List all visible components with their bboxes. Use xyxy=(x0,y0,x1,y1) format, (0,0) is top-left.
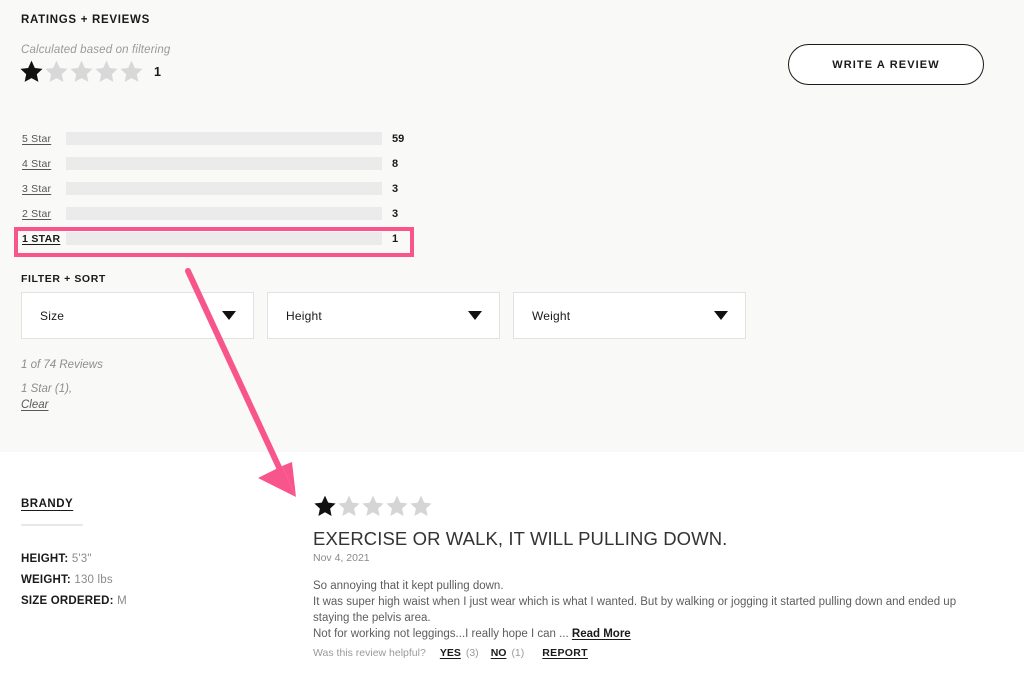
chevron-down-icon xyxy=(468,311,482,320)
page-title: RATINGS + REVIEWS xyxy=(21,14,150,26)
histogram-row-3-star[interactable]: 3 Star 3 xyxy=(0,176,430,201)
review-meta-size-value: M xyxy=(117,595,127,607)
size-dropdown[interactable]: Size xyxy=(21,292,254,339)
review-meta-weight-value: 130 lbs xyxy=(74,574,113,586)
report-review-link[interactable]: REPORT xyxy=(542,647,588,659)
star-icon-empty-5 xyxy=(409,494,433,518)
helpful-yes-count: (3) xyxy=(465,647,479,659)
chevron-down-icon xyxy=(714,311,728,320)
size-dropdown-label: Size xyxy=(40,308,65,323)
review-date: Nov 4, 2021 xyxy=(313,552,370,564)
histogram-track-3-star xyxy=(66,182,382,195)
helpful-prompt: Was this review helpful? xyxy=(313,647,426,659)
filter-sort-title: FILTER + SORT xyxy=(21,273,106,285)
histogram-label-2-star[interactable]: 2 Star xyxy=(22,208,64,220)
star-icon-empty-4 xyxy=(385,494,409,518)
helpful-no-button[interactable]: NO xyxy=(491,647,507,659)
histogram-track-5-star xyxy=(66,132,382,145)
overall-rating-count: 1 xyxy=(154,64,161,79)
star-icon-empty-2 xyxy=(44,59,69,84)
histogram-row-1-star[interactable]: 1 STAR 1 xyxy=(0,226,430,251)
histogram-row-2-star[interactable]: 2 Star 3 xyxy=(0,201,430,226)
review-meta-weight: WEIGHT: 130 lbs xyxy=(21,574,113,586)
review-star-rating xyxy=(313,494,433,518)
active-filter-list: 1 Star (1), xyxy=(21,383,73,395)
histogram-track-1-star xyxy=(66,232,382,245)
result-count: 1 of 74 Reviews xyxy=(21,359,103,371)
star-icon-filled-1 xyxy=(313,494,337,518)
ratings-summary-panel: RATINGS + REVIEWS Calculated based on fi… xyxy=(0,0,1024,452)
star-icon-empty-3 xyxy=(361,494,385,518)
clear-filters-link[interactable]: Clear xyxy=(21,399,48,411)
histogram-count-1-star: 1 xyxy=(392,232,399,245)
star-icon-empty-3 xyxy=(69,59,94,84)
histogram-row-5-star[interactable]: 5 Star 59 xyxy=(0,126,430,151)
review-author-name[interactable]: BRANDY xyxy=(21,498,73,510)
histogram-row-4-star[interactable]: 4 Star 8 xyxy=(0,151,430,176)
histogram-track-4-star xyxy=(66,157,382,170)
histogram-count-3-star: 3 xyxy=(392,182,399,195)
chevron-down-icon xyxy=(222,311,236,320)
histogram-label-1-star[interactable]: 1 STAR xyxy=(22,233,64,245)
histogram-label-5-star[interactable]: 5 Star xyxy=(22,133,64,145)
calculated-note: Calculated based on filtering xyxy=(21,44,171,56)
review-body-line-3-text: Not for working not leggings...I really … xyxy=(313,628,569,640)
star-icon-filled-1 xyxy=(19,59,44,84)
weight-dropdown-label: Weight xyxy=(532,308,571,323)
review-meta-height-value: 5'3" xyxy=(71,553,92,565)
histogram-count-4-star: 8 xyxy=(392,157,399,170)
review-body-line-3: Not for working not leggings...I really … xyxy=(313,626,985,642)
height-dropdown-label: Height xyxy=(286,308,322,323)
read-more-link[interactable]: Read More xyxy=(572,628,631,640)
star-icon-empty-4 xyxy=(94,59,119,84)
review-meta-size: SIZE ORDERED: M xyxy=(21,595,127,607)
review-helpful-bar: Was this review helpful? YES (3) NO (1) … xyxy=(313,647,588,659)
histogram-count-2-star: 3 xyxy=(392,207,399,220)
overall-star-rating: 1 xyxy=(19,59,161,84)
divider xyxy=(21,524,83,526)
review-meta-weight-label: WEIGHT: xyxy=(21,574,71,586)
review-title: EXERCISE OR WALK, IT WILL PULLING DOWN. xyxy=(313,528,728,549)
weight-dropdown[interactable]: Weight xyxy=(513,292,746,339)
review-body-line-2: It was super high waist when I just wear… xyxy=(313,596,957,624)
histogram-label-3-star[interactable]: 3 Star xyxy=(22,183,64,195)
histogram-label-4-star[interactable]: 4 Star xyxy=(22,158,64,170)
write-a-review-button[interactable]: WRITE A REVIEW xyxy=(788,44,984,85)
review-body-line-1: So annoying that it kept pulling down. xyxy=(313,580,504,592)
rating-histogram: 5 Star 59 4 Star 8 3 Star 3 2 Star 3 1 S… xyxy=(0,126,430,251)
histogram-track-2-star xyxy=(66,207,382,220)
review-meta-size-label: SIZE ORDERED: xyxy=(21,595,114,607)
histogram-count-5-star: 59 xyxy=(392,132,405,145)
star-icon-empty-2 xyxy=(337,494,361,518)
review-meta-height: HEIGHT: 5'3" xyxy=(21,553,92,565)
review-body: So annoying that it kept pulling down. I… xyxy=(313,578,985,642)
height-dropdown[interactable]: Height xyxy=(267,292,500,339)
helpful-no-count: (1) xyxy=(511,647,525,659)
helpful-yes-button[interactable]: YES xyxy=(440,647,461,659)
review-meta-height-label: HEIGHT: xyxy=(21,553,69,565)
star-icon-empty-5 xyxy=(119,59,144,84)
